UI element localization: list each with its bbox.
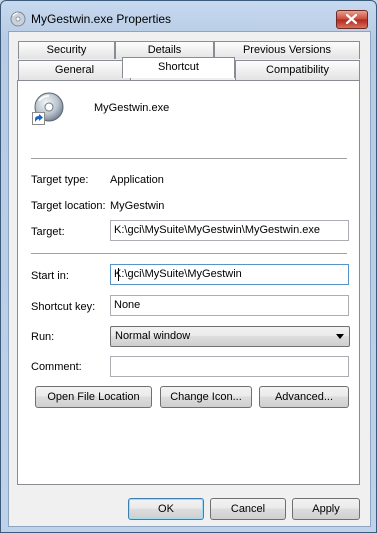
shortcut-name: MyGestwin.exe xyxy=(94,102,170,114)
comment-input[interactable] xyxy=(110,356,349,377)
target-label: Target: xyxy=(31,226,65,238)
tab-general[interactable]: General xyxy=(18,60,131,80)
start-in-input[interactable]: K:\gci\MySuite\MyGestwin xyxy=(110,264,349,285)
shortcut-key-label: Shortcut key: xyxy=(31,301,96,313)
start-in-value: K:\gci\MySuite\MyGestwin xyxy=(114,268,242,280)
run-select-value: Normal window xyxy=(115,330,191,342)
target-type-value: Application xyxy=(110,174,164,186)
cancel-button[interactable]: Cancel xyxy=(210,498,286,520)
target-input[interactable]: K:\gci\MySuite\MyGestwin\MyGestwin.exe xyxy=(110,220,349,241)
title-bar[interactable]: MyGestwin.exe Properties xyxy=(1,1,376,33)
text-caret xyxy=(118,268,119,281)
close-icon xyxy=(346,14,357,24)
tab-previous-versions[interactable]: Previous Versions xyxy=(214,41,360,59)
shortcut-arrow-icon xyxy=(32,112,45,125)
run-label: Run: xyxy=(31,331,55,343)
separator xyxy=(31,253,347,254)
properties-window: MyGestwin.exe Properties Security Detail… xyxy=(0,0,377,533)
chevron-down-icon xyxy=(336,334,344,339)
target-location-label: Target location: xyxy=(31,200,106,212)
app-title-icon xyxy=(10,11,26,27)
separator xyxy=(31,158,347,159)
open-file-location-button[interactable]: Open File Location xyxy=(35,386,152,408)
tab-security[interactable]: Security xyxy=(18,41,115,59)
shortcut-tab-panel: MyGestwin.exe Target type: Application T… xyxy=(17,80,360,485)
start-in-label: Start in: xyxy=(31,270,69,282)
target-location-value: MyGestwin xyxy=(110,200,165,212)
window-title: MyGestwin.exe Properties xyxy=(31,12,172,26)
close-button[interactable] xyxy=(336,10,368,29)
ok-button[interactable]: OK xyxy=(128,498,204,520)
shortcut-key-input[interactable]: None xyxy=(110,295,349,316)
comment-label: Comment: xyxy=(31,361,82,373)
target-type-label: Target type: xyxy=(31,174,89,186)
advanced-button[interactable]: Advanced... xyxy=(259,386,349,408)
dialog-client-area: Security Details Previous Versions Gener… xyxy=(8,31,371,527)
apply-button[interactable]: Apply xyxy=(292,498,360,520)
tab-shortcut[interactable]: Shortcut xyxy=(122,57,235,78)
tab-compatibility[interactable]: Compatibility xyxy=(235,60,360,80)
change-icon-button[interactable]: Change Icon... xyxy=(160,386,252,408)
run-select[interactable]: Normal window xyxy=(110,326,350,347)
